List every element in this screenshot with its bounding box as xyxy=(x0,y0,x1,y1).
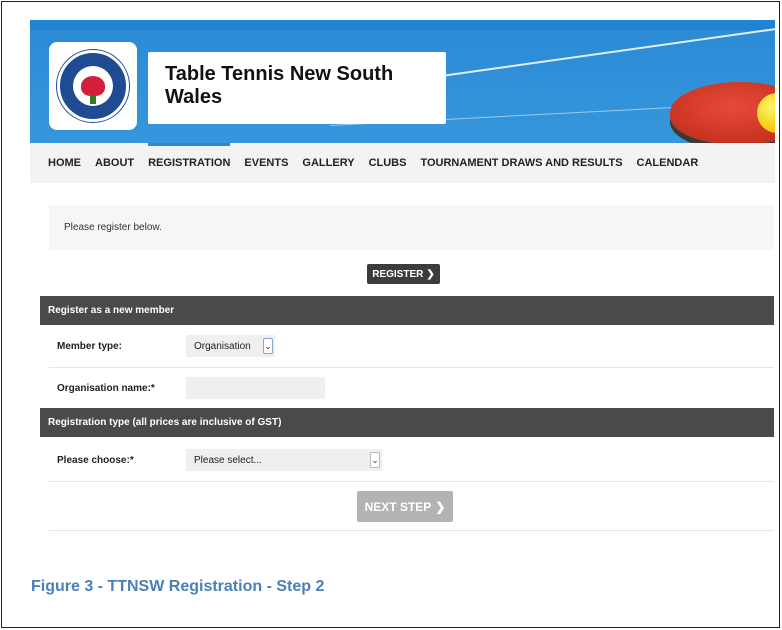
main-nav: HOME ABOUT REGISTRATION EVENTS GALLERY C… xyxy=(30,143,775,183)
site-logo[interactable] xyxy=(49,42,137,130)
site-title[interactable]: Table Tennis New South Wales xyxy=(165,63,435,109)
member-type-select[interactable]: Organisation ⌄ xyxy=(186,335,275,357)
organisation-name-label: Organisation name:* xyxy=(57,383,155,394)
table-line-decoration xyxy=(419,27,775,80)
nav-item-about[interactable]: ABOUT xyxy=(95,143,134,183)
section-title: Register as a new member xyxy=(48,305,175,316)
nav-item-calendar[interactable]: CALENDAR xyxy=(637,143,699,183)
section-header-registration-type: Registration type (all prices are inclus… xyxy=(40,408,774,437)
registration-type-value: Please select... xyxy=(194,454,262,466)
logo-seal xyxy=(57,50,129,122)
waratah-icon xyxy=(81,76,105,104)
nav-item-events[interactable]: EVENTS xyxy=(244,143,288,183)
notice-text: Please register below. xyxy=(64,222,162,233)
chevron-down-icon: ⌄ xyxy=(370,452,380,468)
row-divider xyxy=(49,367,774,368)
chevron-right-icon: ❯ xyxy=(435,499,446,514)
registration-type-select[interactable]: Please select... ⌄ xyxy=(186,449,382,471)
site-title-box: Table Tennis New South Wales xyxy=(148,52,446,124)
section-title: Registration type (all prices are inclus… xyxy=(48,417,282,428)
please-choose-label: Please choose:* xyxy=(57,455,134,466)
figure-caption: Figure 3 - TTNSW Registration - Step 2 xyxy=(31,578,325,595)
member-type-label: Member type: xyxy=(57,341,123,352)
logo-inner xyxy=(73,66,113,106)
nav-item-gallery[interactable]: GALLERY xyxy=(302,143,354,183)
notice-panel: Please register below. xyxy=(49,205,774,250)
register-button[interactable]: REGISTER ❯ xyxy=(367,264,440,284)
register-button-label: REGISTER xyxy=(372,268,424,280)
chevron-right-icon: ❯ xyxy=(426,268,435,280)
nav-item-tournament-draws[interactable]: TOURNAMENT DRAWS AND RESULTS xyxy=(420,143,622,183)
nav-item-registration[interactable]: REGISTRATION xyxy=(148,143,231,183)
next-step-label: NEXT STEP xyxy=(364,499,432,514)
banner-top-strip xyxy=(30,20,775,30)
nav-item-home[interactable]: HOME xyxy=(48,143,81,183)
chevron-down-icon: ⌄ xyxy=(263,338,273,354)
row-divider xyxy=(49,481,774,482)
organisation-name-input[interactable] xyxy=(186,377,325,399)
nav-item-clubs[interactable]: CLUBS xyxy=(369,143,407,183)
row-divider xyxy=(49,530,774,531)
section-header-new-member: Register as a new member xyxy=(40,296,774,325)
next-step-button[interactable]: NEXT STEP ❯ xyxy=(357,491,453,522)
member-type-value: Organisation xyxy=(194,340,251,352)
